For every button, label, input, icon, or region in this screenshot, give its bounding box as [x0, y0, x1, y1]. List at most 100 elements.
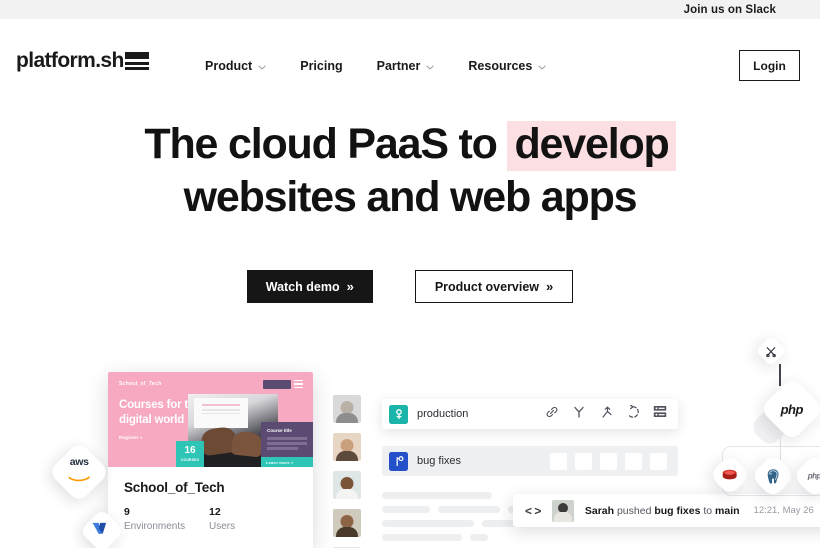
service-graph: php php: [700, 334, 820, 499]
page-root: Join us on Slack platform.sh Product Pri…: [0, 0, 820, 548]
scissors-icon: [766, 346, 777, 357]
course-side-title: Course title: [267, 428, 292, 433]
hamburger-icon: [294, 380, 303, 390]
watch-demo-label: Watch demo: [265, 279, 340, 294]
environment-actions: [545, 404, 678, 424]
project-stats: 9 Environments 12 Users: [124, 506, 299, 532]
learn-more-button[interactable]: Learn more »: [261, 457, 313, 467]
placeholder-box: [575, 452, 592, 470]
chevron-down-icon: [538, 64, 547, 70]
chevron-double-right-icon: »: [546, 279, 554, 294]
nav-item-product[interactable]: Product: [205, 59, 267, 73]
product-overview-label: Product overview: [434, 279, 540, 294]
aws-badge: aws: [47, 440, 111, 504]
project-card-body: School_of_Tech 9 Environments 12 Users: [108, 467, 313, 532]
server-icon[interactable]: [653, 405, 667, 423]
placeholder-box: [550, 452, 567, 470]
php-logo-label: php: [780, 401, 804, 417]
nav-label-pricing: Pricing: [300, 59, 343, 73]
activity-timestamp: 12:21, May 26: [753, 505, 814, 516]
code-icon: < >: [525, 503, 541, 518]
redis-icon: [722, 469, 738, 482]
headline-highlight: develop: [507, 121, 676, 171]
nav-item-resources[interactable]: Resources: [468, 59, 547, 73]
headline-line-1: The cloud PaaS to develop: [0, 118, 820, 171]
product-illustration: School_of_Tech Courses for the digital w…: [0, 330, 820, 548]
team-avatar-list: [333, 395, 361, 548]
activity-verb: pushed: [614, 504, 655, 517]
stat-environments-label: Environments: [124, 521, 186, 532]
stat-environments: 9 Environments: [124, 506, 209, 532]
project-card-brand: School_of_Tech: [119, 381, 162, 387]
product-overview-button[interactable]: Product overview »: [414, 270, 574, 303]
activity-message: Sarah pushed bug fixes to main: [585, 505, 740, 517]
php-service-label: php: [808, 471, 820, 481]
environment-name-bug-fixes: bug fixes: [417, 455, 462, 467]
hero-section: The cloud PaaS to develop websites and w…: [0, 118, 820, 223]
chevron-down-icon: [426, 64, 435, 70]
course-count-label: COURSES: [180, 457, 200, 462]
avatar: [333, 395, 361, 423]
avatar: [551, 499, 574, 522]
environment-type-icon: [389, 404, 408, 424]
chevron-brand-icon: [93, 522, 111, 541]
learn-more-label: Learn more »: [266, 460, 294, 465]
project-preview-card[interactable]: School_of_Tech Courses for the digital w…: [108, 372, 313, 548]
nav-label-product: Product: [205, 59, 253, 73]
environment-name-production: production: [417, 408, 469, 420]
nav-label-resources: Resources: [468, 59, 533, 73]
activity-preposition: to: [700, 504, 716, 517]
login-button[interactable]: Login: [739, 50, 800, 81]
headline-text-part1: The cloud PaaS to: [144, 120, 508, 168]
nav-item-pricing[interactable]: Pricing: [300, 59, 342, 73]
project-card-banner: School_of_Tech Courses for the digital w…: [108, 372, 313, 467]
watch-demo-button[interactable]: Watch demo »: [246, 270, 373, 303]
login-button-label: Login: [753, 58, 786, 73]
environment-row-bug-fixes[interactable]: bug fixes: [382, 446, 678, 476]
avatar: [333, 509, 361, 537]
activity-branch: bug fixes: [654, 504, 701, 517]
environment-row-production[interactable]: production: [382, 399, 678, 429]
scissors-icon-node[interactable]: [755, 335, 787, 367]
slack-link[interactable]: Join us on Slack: [684, 4, 776, 16]
activity-target: main: [715, 504, 740, 517]
sync-icon[interactable]: [626, 404, 640, 424]
hero-cta-row: Watch demo » Product overview »: [0, 270, 820, 303]
page-title: The cloud PaaS to develop websites and w…: [0, 118, 820, 223]
placeholder-box: [650, 452, 667, 470]
postgresql-elephant-icon: [765, 468, 782, 485]
merge-icon[interactable]: [599, 405, 613, 424]
project-card-banner-cta: Register »: [119, 435, 143, 440]
aws-logo-label: aws: [69, 456, 89, 469]
stat-users: 12 Users: [209, 506, 294, 532]
avatar: [333, 471, 361, 499]
nav-label-partner: Partner: [376, 59, 421, 73]
course-count-badge: 16 COURSES: [176, 441, 204, 467]
placeholder-box: [600, 452, 617, 470]
chevron-double-right-icon: »: [346, 279, 354, 294]
stat-users-value: 12: [209, 506, 221, 518]
project-name: School_of_Tech: [124, 480, 225, 495]
logo-wordmark: platform.sh: [16, 49, 124, 72]
stat-environments-value: 9: [124, 506, 130, 518]
branch-type-icon: [389, 451, 408, 471]
card-nav-pill: [263, 380, 291, 389]
platform-sh-logo[interactable]: platform.sh: [16, 50, 149, 71]
stat-users-label: Users: [209, 521, 236, 532]
activity-actor: Sarah: [584, 504, 615, 517]
announcement-bar: Join us on Slack: [0, 0, 820, 19]
headline-line-2: websites and web apps: [183, 173, 638, 221]
course-count-value: 16: [184, 445, 196, 457]
environment-placeholder-row: [550, 452, 678, 470]
aws-smile-icon: [68, 469, 90, 487]
branch-icon[interactable]: [572, 405, 586, 424]
logo-bars-icon: [124, 52, 149, 70]
avatar: [333, 433, 361, 461]
activity-toast[interactable]: < > Sarah pushed bug fixes to main 12:21…: [513, 494, 820, 527]
chevron-down-icon: [258, 64, 267, 70]
nav-item-partner[interactable]: Partner: [377, 59, 435, 73]
site-header: platform.sh Product Pricing Partner Reso…: [0, 19, 820, 81]
main-navigation: Product Pricing Partner Resources: [205, 59, 547, 73]
link-icon[interactable]: [545, 405, 559, 424]
graph-edge: [779, 364, 781, 386]
